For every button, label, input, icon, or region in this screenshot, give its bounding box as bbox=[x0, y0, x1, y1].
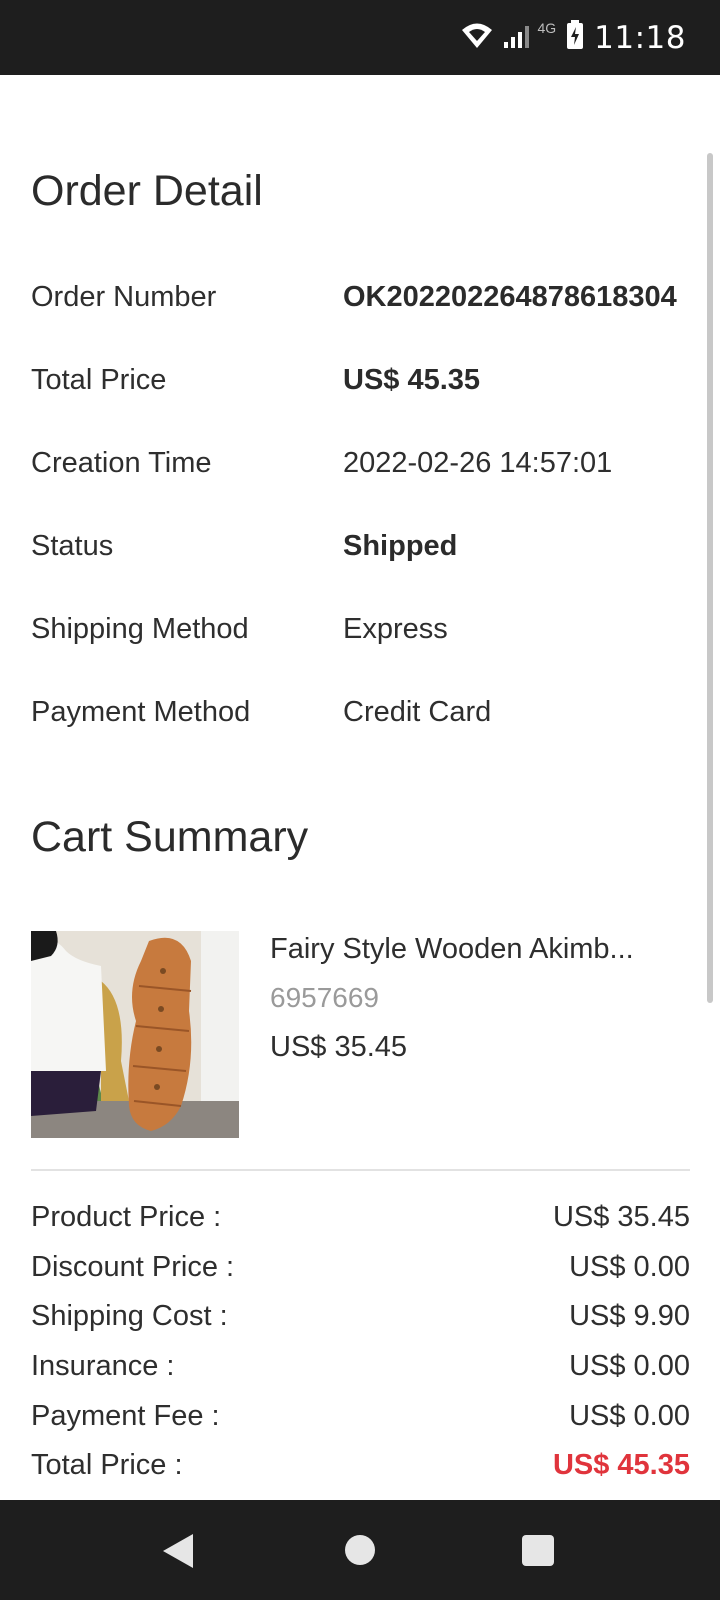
sum-value: US$ 0.00 bbox=[569, 1250, 690, 1283]
status-value: Shipped bbox=[343, 529, 458, 562]
insurance-row: Insurance : US$ 0.00 bbox=[31, 1346, 690, 1386]
order-number-value: OK202202264878618304 bbox=[343, 280, 677, 313]
sum-value: US$ 35.45 bbox=[552, 1200, 690, 1233]
status-time: 11:18 bbox=[594, 19, 686, 56]
sum-label: Discount Price : bbox=[31, 1250, 235, 1283]
shipping-method-label: Shipping Method bbox=[31, 612, 249, 645]
home-icon[interactable] bbox=[345, 1535, 375, 1565]
grand-total-label: Total Price : bbox=[31, 1448, 183, 1481]
sum-value: US$ 9.90 bbox=[569, 1299, 690, 1332]
back-icon[interactable] bbox=[163, 1534, 193, 1568]
grand-total-value: US$ 45.35 bbox=[552, 1448, 690, 1481]
payment-method-row: Payment Method Credit Card bbox=[31, 690, 711, 734]
wifi-icon bbox=[461, 21, 493, 54]
total-price-label: Total Price bbox=[31, 363, 167, 396]
navigation-bar bbox=[0, 1500, 720, 1600]
order-number-row: Order Number OK202202264878618304 bbox=[31, 275, 711, 319]
discount-price-row: Discount Price : US$ 0.00 bbox=[31, 1247, 690, 1287]
total-price-value: US$ 45.35 bbox=[343, 363, 481, 396]
battery-icon bbox=[566, 20, 584, 55]
cart-summary-title: Cart Summary bbox=[31, 813, 309, 861]
status-bar: 4G 11:18 bbox=[0, 0, 720, 75]
payment-fee-row: Payment Fee : US$ 0.00 bbox=[31, 1396, 690, 1436]
creation-time-row: Creation Time 2022-02-26 14:57:01 bbox=[31, 441, 711, 485]
status-icons: 4G 11:18 bbox=[461, 0, 686, 75]
shipping-cost-row: Shipping Cost : US$ 9.90 bbox=[31, 1296, 690, 1336]
sum-label: Insurance : bbox=[31, 1349, 175, 1382]
creation-time-label: Creation Time bbox=[31, 446, 212, 479]
payment-method-label: Payment Method bbox=[31, 695, 251, 728]
product-price-row: Product Price : US$ 35.45 bbox=[31, 1197, 690, 1237]
divider bbox=[31, 1169, 690, 1171]
product-sku: 6957669 bbox=[270, 982, 380, 1013]
shipping-method-value: Express bbox=[343, 612, 448, 645]
payment-method-value: Credit Card bbox=[343, 695, 492, 728]
product-price: US$ 35.45 bbox=[270, 1031, 408, 1063]
order-detail-title: Order Detail bbox=[31, 167, 263, 215]
sum-label: Shipping Cost : bbox=[31, 1299, 228, 1332]
shipping-method-row: Shipping Method Express bbox=[31, 607, 711, 651]
sum-label: Payment Fee : bbox=[31, 1399, 220, 1432]
total-price-row: Total Price US$ 45.35 bbox=[31, 358, 711, 402]
product-thumbnail[interactable] bbox=[31, 931, 239, 1138]
sum-value: US$ 0.00 bbox=[569, 1399, 690, 1432]
product-name[interactable]: Fairy Style Wooden Akimb... bbox=[270, 933, 690, 966]
status-label: Status bbox=[31, 529, 114, 562]
recents-icon[interactable] bbox=[522, 1535, 554, 1566]
signal-icon bbox=[503, 21, 533, 54]
sum-value: US$ 0.00 bbox=[569, 1349, 690, 1382]
sum-label: Product Price : bbox=[31, 1200, 222, 1233]
order-number-label: Order Number bbox=[31, 280, 217, 313]
creation-time-value: 2022-02-26 14:57:01 bbox=[343, 446, 613, 479]
network-type-label: 4G bbox=[537, 19, 557, 36]
grand-total-row: Total Price : US$ 45.35 bbox=[31, 1445, 690, 1485]
status-row: Status Shipped bbox=[31, 524, 711, 568]
order-detail-screen[interactable]: Order Detail Order Number OK202202264878… bbox=[0, 75, 720, 1500]
